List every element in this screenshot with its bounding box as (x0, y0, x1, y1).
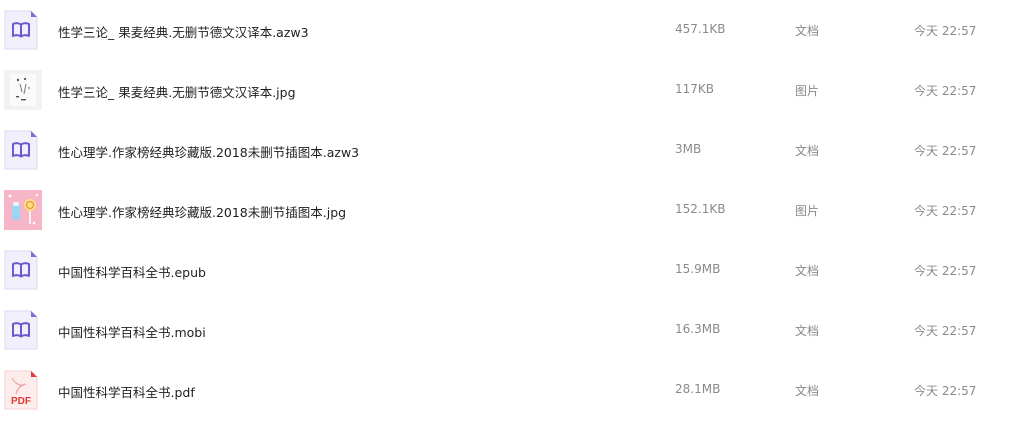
file-row[interactable]: 中国性科学百科全书.epub 15.9MB 文档 今天 22:57 (0, 250, 1029, 310)
file-size: 28.1MB (675, 382, 721, 396)
file-time: 今天 22:57 (914, 384, 977, 398)
file-time: 今天 22:57 (914, 204, 977, 218)
file-name[interactable]: 中国性科学百科全书.pdf (58, 382, 195, 401)
ebook-icon (4, 250, 38, 290)
file-row[interactable]: 性学三论_ 果麦经典.无删节德文汉译本.azw3 457.1KB 文档 今天 2… (0, 10, 1029, 70)
file-time: 今天 22:57 (914, 144, 977, 158)
file-type: 图片 (795, 84, 820, 98)
file-row[interactable]: PDF 中国性科学百科全书.pdf 28.1MB 文档 今天 22:57 (0, 370, 1029, 423)
file-size: 16.3MB (675, 322, 721, 336)
file-name[interactable]: 性心理学.作家榜经典珍藏版.2018未删节插图本.azw3 (58, 142, 359, 161)
ebook-icon (4, 10, 38, 50)
file-time: 今天 22:57 (914, 84, 977, 98)
file-type: 图片 (795, 204, 820, 218)
image-thumbnail (4, 70, 42, 110)
file-type: 文档 (795, 144, 820, 158)
file-name[interactable]: 性学三论_ 果麦经典.无删节德文汉译本.jpg (58, 82, 296, 101)
file-row[interactable]: 性心理学.作家榜经典珍藏版.2018未删节插图本.jpg 152.1KB 图片 … (0, 190, 1029, 250)
file-size: 152.1KB (675, 202, 726, 216)
ebook-icon (4, 130, 38, 170)
file-list: 性学三论_ 果麦经典.无删节德文汉译本.azw3 457.1KB 文档 今天 2… (0, 0, 1029, 423)
ebook-icon (4, 310, 38, 350)
file-row[interactable]: 性心理学.作家榜经典珍藏版.2018未删节插图本.azw3 3MB 文档 今天 … (0, 130, 1029, 190)
file-name[interactable]: 性学三论_ 果麦经典.无删节德文汉译本.azw3 (58, 22, 309, 41)
file-size: 457.1KB (675, 22, 726, 36)
file-row[interactable]: 中国性科学百科全书.mobi 16.3MB 文档 今天 22:57 (0, 310, 1029, 370)
file-size: 15.9MB (675, 262, 721, 276)
file-row[interactable]: 性学三论_ 果麦经典.无删节德文汉译本.jpg 117KB 图片 今天 22:5… (0, 70, 1029, 130)
file-type: 文档 (795, 264, 820, 278)
file-size: 3MB (675, 142, 702, 156)
file-time: 今天 22:57 (914, 24, 977, 38)
pdf-icon-label: PDF (11, 396, 31, 407)
image-thumbnail (4, 190, 42, 230)
file-time: 今天 22:57 (914, 324, 977, 338)
file-size: 117KB (675, 82, 715, 96)
file-name[interactable]: 性心理学.作家榜经典珍藏版.2018未删节插图本.jpg (58, 202, 346, 221)
file-type: 文档 (795, 24, 820, 38)
file-time: 今天 22:57 (914, 264, 977, 278)
file-type: 文档 (795, 324, 820, 338)
file-name[interactable]: 中国性科学百科全书.epub (58, 262, 206, 281)
pdf-icon: PDF (4, 370, 38, 410)
file-name[interactable]: 中国性科学百科全书.mobi (58, 322, 206, 341)
file-type: 文档 (795, 384, 820, 398)
